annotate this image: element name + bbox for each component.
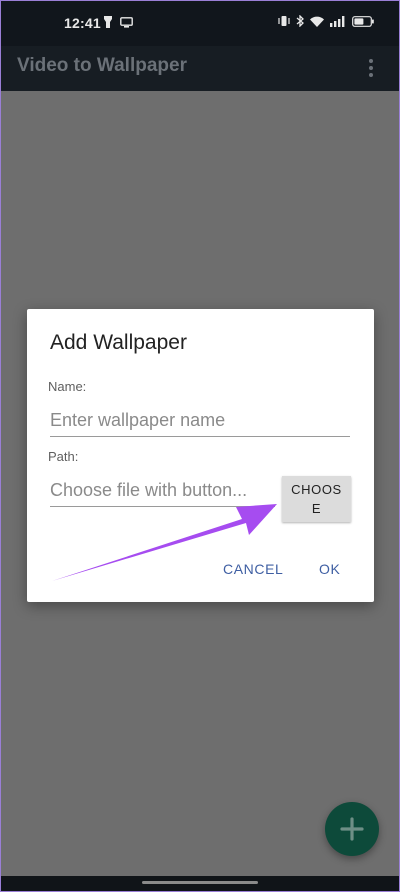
wallpaper-name-input[interactable] <box>50 405 350 437</box>
path-input[interactable] <box>50 475 275 507</box>
app-bar: Video to Wallpaper <box>0 46 400 91</box>
vibrate-icon <box>278 16 290 26</box>
status-right-icons <box>278 15 374 27</box>
navigation-bar <box>0 876 400 892</box>
add-wallpaper-dialog: Add Wallpaper Name: Path: CHOOSE CANCEL … <box>27 309 374 602</box>
path-label: Path: <box>48 449 79 464</box>
cast-icon <box>120 16 133 28</box>
wifi-icon <box>310 16 324 27</box>
flashlight-icon <box>104 16 112 28</box>
battery-icon <box>352 15 374 27</box>
home-indicator[interactable] <box>142 881 258 884</box>
app-title: Video to Wallpaper <box>17 55 187 76</box>
cancel-button[interactable]: CANCEL <box>223 561 283 577</box>
add-wallpaper-fab[interactable] <box>325 802 379 856</box>
plus-icon <box>340 817 364 841</box>
status-time: 12:41 <box>64 15 101 31</box>
overflow-menu-icon[interactable] <box>364 56 378 80</box>
status-left-icons <box>104 16 133 28</box>
ok-button[interactable]: OK <box>319 561 340 577</box>
bluetooth-icon <box>296 15 304 27</box>
status-bar: 12:41 <box>0 0 400 46</box>
name-label: Name: <box>48 379 87 394</box>
choose-button[interactable]: CHOOSE <box>282 476 351 522</box>
dialog-title: Add Wallpaper <box>50 331 187 354</box>
signal-icon <box>330 15 345 27</box>
